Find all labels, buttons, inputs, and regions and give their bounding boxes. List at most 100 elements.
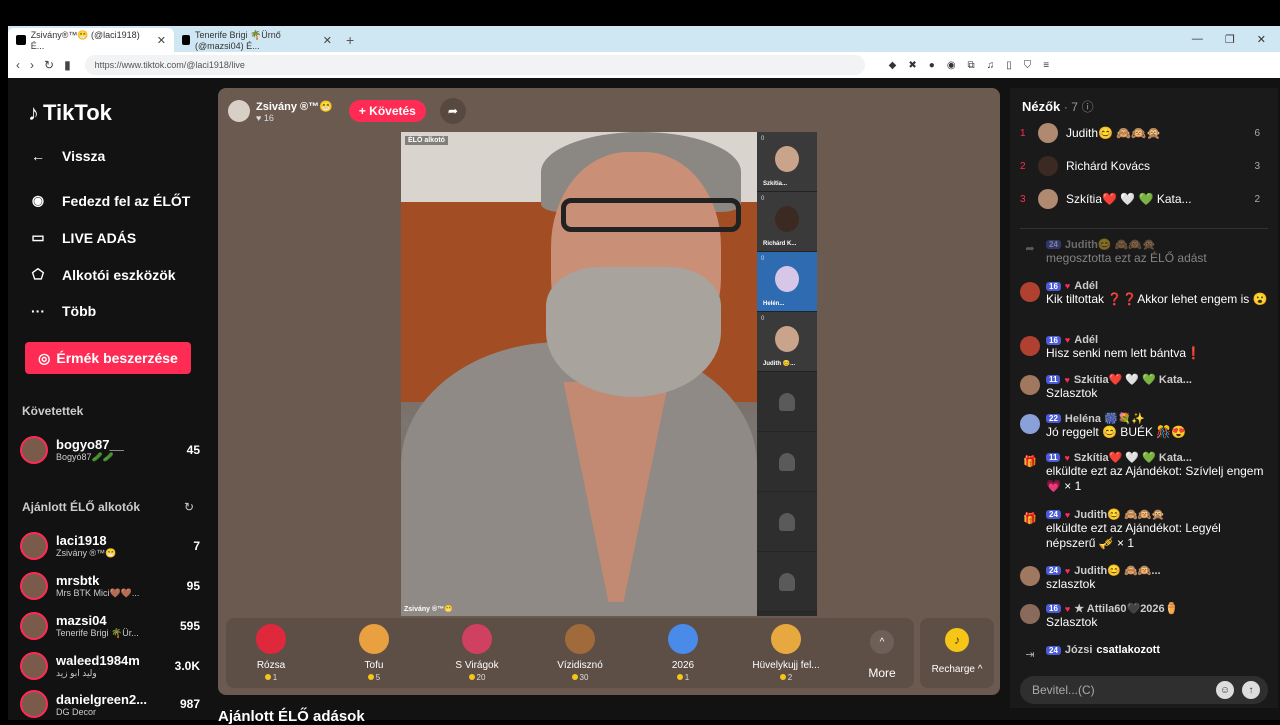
chat-user[interactable]: Szkítia❤️ 🤍 💚 Kata... <box>1074 373 1192 386</box>
top-viewer-row[interactable]: 3 Szkítia❤️ 🤍 💚 Kata... 2 <box>1020 187 1260 211</box>
url-field[interactable]: https://www.tiktok.com/@laci1918/live <box>84 55 865 75</box>
avatar[interactable] <box>1020 566 1040 586</box>
avatar[interactable] <box>1020 336 1040 356</box>
thumbs-up-icon <box>771 624 801 654</box>
empty-guest-slot[interactable] <box>757 432 817 492</box>
guest-tile[interactable]: 0 Richárd K... <box>757 192 817 252</box>
refresh-icon[interactable]: ↻ <box>184 500 194 514</box>
extension-icon[interactable]: ✖ <box>908 60 916 71</box>
gift-item[interactable]: Tofu 5 <box>329 624 419 682</box>
tiktok-logo[interactable]: ♪ TikTok <box>28 100 112 126</box>
guest-tile[interactable]: 0 Szkítia... <box>757 132 817 192</box>
back-icon[interactable]: ‹ <box>16 58 20 72</box>
guest-tile[interactable]: 0 Helén... <box>757 252 817 312</box>
info-icon[interactable]: ⓘ <box>1082 100 1094 114</box>
browser-tab-active[interactable]: Zsivány®™😁 (@laci1918) É... ✕ <box>8 28 174 52</box>
avatar <box>20 532 48 560</box>
browser-tab[interactable]: Tenerife Brigi 🌴Ürnő (@mazsi04) É... ✕ <box>174 28 340 52</box>
nav-label: Alkotói eszközök <box>62 266 176 283</box>
empty-guest-slot[interactable] <box>757 492 817 552</box>
recharge-button[interactable]: ♪ Recharge ^ <box>920 618 994 688</box>
follow-button[interactable]: + Követés <box>348 100 426 122</box>
bookmark-icon[interactable]: ▮ <box>64 58 71 72</box>
following-account[interactable]: bogyo87__ Bogyó87🥒🥒 45 <box>20 432 200 468</box>
extension-icon[interactable]: ⧉ <box>968 60 975 71</box>
left-sidebar: ♪ TikTok ← Vissza ◉ Fedezd fel az ÉLŐT ▭… <box>8 78 210 720</box>
back-link[interactable]: ← Vissza <box>28 148 105 164</box>
chat-user[interactable]: Józsi <box>1065 644 1093 656</box>
viewer-score: 3 <box>1254 160 1260 172</box>
chat-user[interactable]: ★ Attila60🖤2026⚱️ <box>1074 602 1178 615</box>
sidebar-icon[interactable]: ▯ <box>1006 60 1012 71</box>
gift-item[interactable]: 2026 1 <box>638 624 728 682</box>
account-nickname: Bogyó87🥒🥒 <box>56 452 114 462</box>
nav-creator-tools[interactable]: ⬠ Alkotói eszközök <box>28 266 176 283</box>
live-video[interactable]: ÉLŐ alkotó Zsivány ®™😁 <box>401 132 757 616</box>
recommended-account[interactable]: mrsbtk Mrs BTK Mici🤎🤎... 95 <box>20 568 200 604</box>
gift-price: 30 <box>579 673 589 682</box>
get-coins-button[interactable]: ◎ Érmék beszerzése <box>25 342 191 374</box>
new-tab-icon[interactable]: + <box>346 32 354 48</box>
chat-user[interactable]: Adél <box>1074 334 1098 346</box>
nav-live-broadcast[interactable]: ▭ LIVE ADÁS <box>28 229 136 246</box>
empty-guest-slot[interactable] <box>757 372 817 432</box>
extension-icon[interactable]: ● <box>929 60 935 71</box>
gift-item[interactable]: Vízidisznó 30 <box>535 624 625 682</box>
more-gifts-button[interactable]: ^ More <box>862 630 902 680</box>
chat-text: elküldte ezt az Ajándékot: Legyél népsze… <box>1046 521 1221 550</box>
guest-tile[interactable]: 0 Judith 😊... <box>757 312 817 372</box>
host-avatar[interactable] <box>228 100 250 122</box>
top-viewer-row[interactable]: 1 Judith😊 🙈🙉🙊 6 <box>1020 121 1260 145</box>
window-close-icon[interactable]: ✕ <box>1257 33 1266 46</box>
account-username: mazsi04 <box>56 613 107 628</box>
chat-message: 🎁 11 ♥ Szkítia❤️ 🤍 💚 Kata... elküldte ezt … <box>1020 451 1270 494</box>
avatar[interactable] <box>1020 414 1040 434</box>
reload-icon[interactable]: ↻ <box>44 58 54 72</box>
recommended-account[interactable]: waleed1984m وليد ابو زيد 3.0K <box>20 648 200 684</box>
avatar[interactable] <box>1020 375 1040 395</box>
gift-item[interactable]: S Virágok 20 <box>432 624 522 682</box>
nav-more[interactable]: ··· Több <box>28 303 96 319</box>
level-badge: 11 <box>1046 453 1061 462</box>
avatar[interactable] <box>1020 282 1040 302</box>
send-icon[interactable]: ↑ <box>1242 681 1260 699</box>
host-name[interactable]: Zsivány ®™😁 <box>256 100 333 113</box>
music-icon[interactable]: ♫ <box>987 60 995 71</box>
chat-user[interactable]: Judith😊 🙈🙉... <box>1074 564 1160 577</box>
extension-icon[interactable]: ◉ <box>947 60 956 71</box>
forward-icon[interactable]: › <box>30 58 34 72</box>
chat-user[interactable]: Szkítia❤️ 🤍 💚 Kata... <box>1074 451 1192 464</box>
avatar[interactable] <box>1020 604 1040 624</box>
top-viewer-row[interactable]: 2 Richárd Kovács 3 <box>1020 154 1260 178</box>
extension-icons: ◆ ✖ ● ◉ ⧉ ♫ ▯ ⛉ ≡ <box>889 60 1049 71</box>
menu-icon[interactable]: ≡ <box>1043 60 1049 71</box>
heart-icon: ♥ <box>256 112 264 123</box>
recommended-account[interactable]: danielgreen2... DG Decor 987 <box>20 686 200 722</box>
emoji-icon[interactable]: ☺ <box>1216 681 1234 699</box>
empty-guest-slot[interactable] <box>757 552 817 612</box>
nav-explore-live[interactable]: ◉ Fedezd fel az ÉLŐT <box>28 192 190 209</box>
viewers-title-text: Nézők <box>1022 99 1061 114</box>
chat-user[interactable]: Judith😊 🙈🙉🙊 <box>1065 238 1156 251</box>
recommended-account[interactable]: laci1918 Zsivány ®™😁 7 <box>20 528 200 564</box>
gift-item[interactable]: Hüvelykujj fel... 2 <box>741 624 831 682</box>
extension-icon[interactable]: ◆ <box>889 60 897 71</box>
minimize-icon[interactable]: — <box>1192 33 1203 46</box>
close-tab-icon[interactable]: ✕ <box>323 34 332 47</box>
shield-icon[interactable]: ⛉ <box>1024 60 1032 71</box>
close-tab-icon[interactable]: ✕ <box>157 34 166 47</box>
fan-heart-icon: ♥ <box>1064 565 1071 576</box>
viewer-count: 95 <box>186 579 200 593</box>
chat-user[interactable]: Adél <box>1074 280 1098 292</box>
account-nickname: DG Decor <box>56 706 97 717</box>
chat-input[interactable]: Bevitel...(C) ☺ ↑ <box>1020 676 1268 704</box>
level-badge: 24 <box>1046 566 1061 575</box>
gift-item[interactable]: Rózsa 1 <box>226 624 316 682</box>
recommended-account[interactable]: mazsi04 Tenerife Brigi 🌴Ür... 595 <box>20 608 200 644</box>
guest-avatar <box>775 266 799 292</box>
chat-user[interactable]: Heléna 🎆💐✨ <box>1065 412 1145 425</box>
divider <box>1020 228 1268 229</box>
maximize-icon[interactable]: ❐ <box>1225 33 1235 46</box>
share-icon[interactable]: ➦ <box>439 98 466 124</box>
chat-user[interactable]: Judith😊 🙈🙉🙊 <box>1074 508 1165 521</box>
